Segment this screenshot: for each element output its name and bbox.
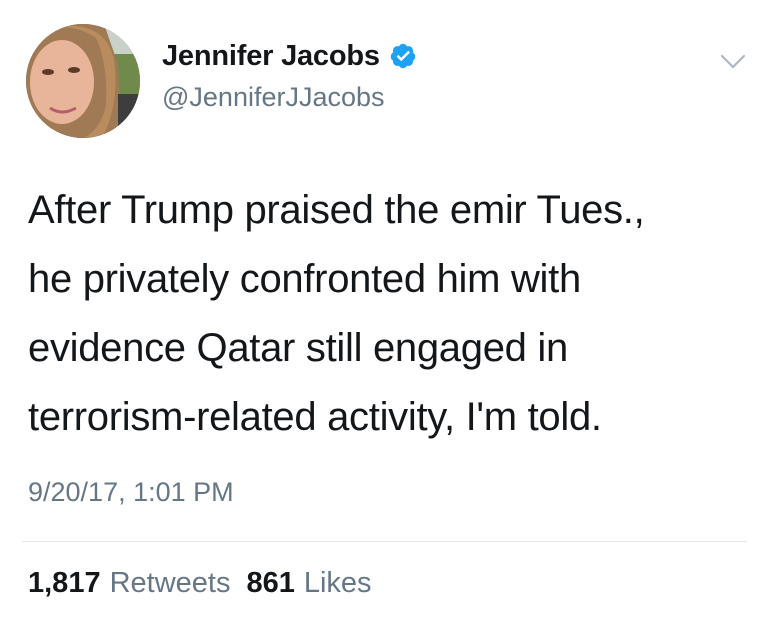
tweet-card: Jennifer Jacobs @JenniferJJacobs After T… xyxy=(0,0,768,629)
likes-count[interactable]: 861 xyxy=(246,567,294,600)
tweet-timestamp[interactable]: 9/20/17, 1:01 PM xyxy=(28,477,234,508)
tweet-stats: 1,817 Retweets 861 Likes xyxy=(28,567,372,600)
tweet-text-line: evidence Qatar still engaged in xyxy=(28,326,568,370)
tweet-text-line: he privately confronted him with xyxy=(28,257,581,301)
divider xyxy=(22,541,747,542)
chevron-down-icon[interactable] xyxy=(718,52,748,72)
tweet-text-line: After Trump praised the emir Tues., xyxy=(28,188,645,232)
author-handle[interactable]: @JenniferJJacobs xyxy=(162,82,385,113)
tweet-text: After Trump praised the emir Tues., he p… xyxy=(28,176,748,452)
verified-badge-icon xyxy=(389,42,417,70)
retweets-label[interactable]: Retweets xyxy=(110,567,231,600)
avatar[interactable] xyxy=(26,24,140,138)
retweets-count[interactable]: 1,817 xyxy=(28,567,101,600)
author-name-row: Jennifer Jacobs xyxy=(162,38,417,74)
avatar-image xyxy=(26,24,140,138)
author-display-name[interactable]: Jennifer Jacobs xyxy=(162,40,380,73)
likes-label[interactable]: Likes xyxy=(304,567,372,600)
tweet-text-line: terrorism-related activity, I'm told. xyxy=(28,395,602,439)
